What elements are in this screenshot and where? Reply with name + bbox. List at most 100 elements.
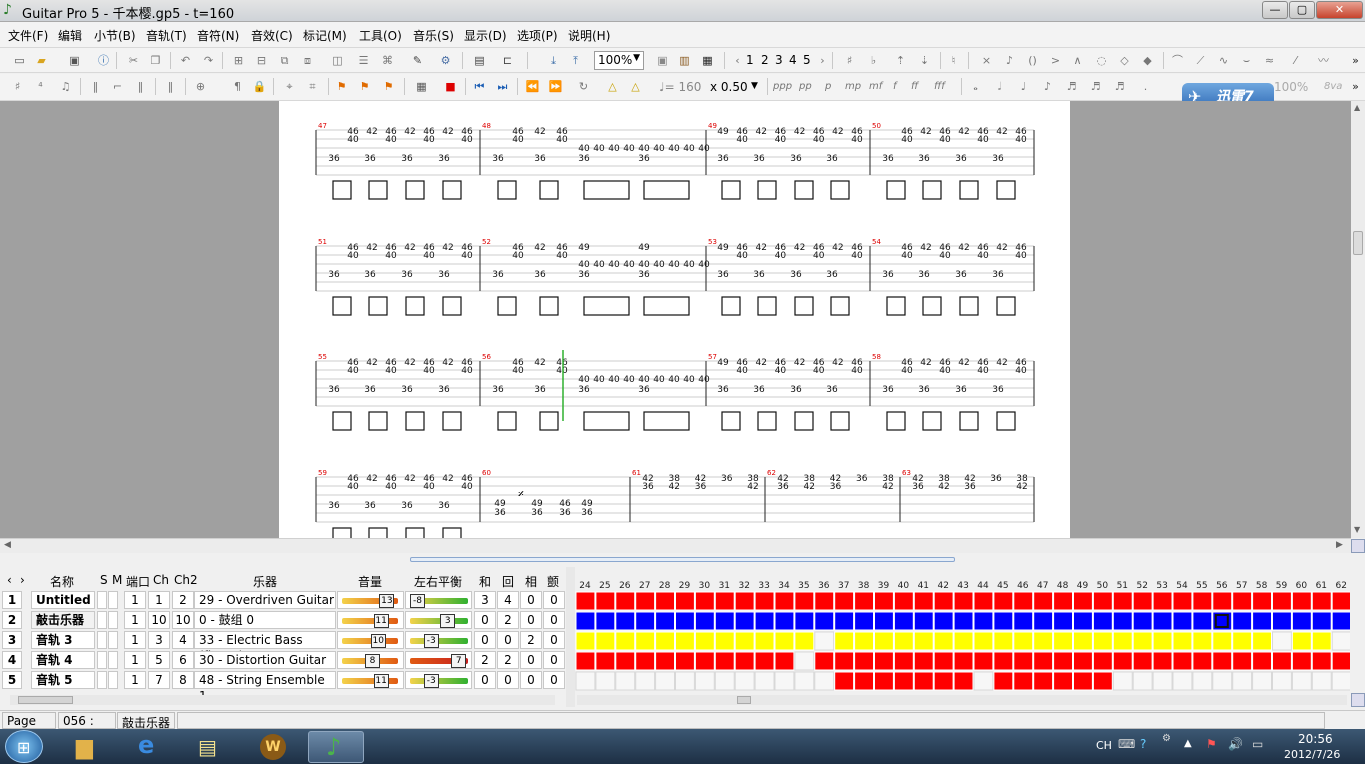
measure-cell[interactable]	[1132, 611, 1153, 631]
menu-tools[interactable]: 工具(O)	[359, 27, 402, 44]
pan-value[interactable]: -3	[423, 674, 439, 688]
vertical-scroll-thumb[interactable]	[1353, 231, 1363, 255]
track-number[interactable]: 2	[2, 611, 22, 629]
taskbar-ie[interactable]: e	[122, 731, 178, 763]
measure-cell[interactable]	[615, 651, 636, 671]
measure-cell[interactable]	[874, 591, 894, 611]
measure-cell[interactable]	[993, 591, 1014, 611]
grid-zoom-icon[interactable]	[1351, 693, 1365, 707]
triplet-feel-icon[interactable]: ♫	[58, 79, 73, 94]
track-name[interactable]: 音轨 3	[31, 631, 95, 649]
measure-cell[interactable]	[1212, 591, 1233, 611]
repeat-icon[interactable]: ⌘	[380, 53, 395, 68]
measure-cell[interactable]	[1112, 591, 1133, 611]
measure-cell[interactable]	[714, 591, 735, 611]
measure-cell[interactable]	[834, 671, 855, 691]
pan-slider[interactable]: -8	[405, 591, 472, 609]
redo-icon[interactable]: ↷	[201, 53, 216, 68]
measure-cell[interactable]	[1252, 671, 1272, 691]
trill-icon[interactable]: ≈	[1262, 53, 1277, 68]
track-mute-toggle[interactable]	[108, 591, 118, 609]
measure-cell[interactable]	[1152, 611, 1173, 631]
track-channel[interactable]: 1	[148, 591, 170, 609]
measure-cell[interactable]	[1252, 651, 1272, 671]
measure-cell[interactable]	[1073, 611, 1093, 631]
track-reverb[interactable]: 2	[497, 611, 519, 629]
track-reverb[interactable]: 0	[497, 631, 519, 649]
measure-cell[interactable]	[794, 591, 815, 611]
measure-cell[interactable]	[1172, 631, 1193, 651]
track-row[interactable]: 2 敲击乐器 1 10 10 0 - 鼓组 0 0 2 0 0 11 3	[0, 610, 566, 630]
track-name[interactable]: 音轨 5	[31, 671, 95, 689]
track-list-hscroll-thumb[interactable]	[18, 696, 73, 704]
track-reverb[interactable]: 2	[497, 651, 519, 669]
measure-cell[interactable]	[595, 611, 616, 631]
measure-cell[interactable]	[1033, 671, 1054, 691]
tray-settings-icon[interactable]: ⚙	[1162, 733, 1171, 744]
menu-file[interactable]: 文件(F)	[8, 27, 48, 44]
zoom-select[interactable]: 100% ▼	[594, 51, 644, 70]
voice-down-icon[interactable]: ⇣	[917, 53, 932, 68]
measure-cell[interactable]	[595, 671, 616, 691]
page-1-link[interactable]: 1	[746, 53, 754, 67]
dynamic-mp[interactable]: mp	[845, 81, 861, 92]
enharmonic-icon[interactable]: ♮	[946, 53, 961, 68]
new-file-icon[interactable]: ▭	[12, 53, 27, 68]
prev-page-icon[interactable]: ‹	[730, 53, 745, 68]
measure-cell[interactable]	[575, 631, 596, 651]
track-name[interactable]: 音轨 4	[31, 651, 95, 669]
measure-cell[interactable]	[1252, 631, 1272, 651]
screen-layout-icon[interactable]: ⊏	[500, 53, 515, 68]
quarter-note-icon[interactable]: ♩	[1016, 79, 1031, 94]
measure-cell[interactable]	[694, 631, 715, 651]
measure-cell[interactable]	[1013, 651, 1034, 671]
measure-cell[interactable]	[635, 651, 656, 671]
whole-note-icon[interactable]: 𝅝	[968, 79, 983, 94]
eighth-note-icon[interactable]: ♪	[1040, 79, 1055, 94]
track-mute-toggle[interactable]	[108, 631, 118, 649]
marker-add-icon[interactable]: ⚑	[334, 79, 349, 94]
parenthesis-icon[interactable]: ()	[1025, 53, 1040, 68]
measure-cell[interactable]	[1192, 651, 1213, 671]
measure-cell[interactable]	[1152, 591, 1173, 611]
measure-cell[interactable]	[854, 671, 875, 691]
measure-cell[interactable]	[973, 611, 994, 631]
measure-cell[interactable]	[814, 591, 835, 611]
measure-cell[interactable]	[1112, 631, 1133, 651]
dynamic-p[interactable]: p	[825, 81, 831, 92]
measure-cell[interactable]	[774, 611, 795, 631]
paste-bar-icon[interactable]: ⧈	[300, 53, 315, 68]
measure-cell[interactable]	[1212, 631, 1233, 651]
measure-cell[interactable]	[1212, 651, 1233, 671]
measure-cell[interactable]	[575, 671, 596, 691]
measure-cell[interactable]	[1172, 671, 1193, 691]
measure-cell[interactable]	[1192, 631, 1213, 651]
pan-slider[interactable]: 7	[405, 651, 472, 669]
measure-cell[interactable]	[675, 611, 695, 631]
track-tremolo[interactable]: 0	[543, 671, 565, 689]
measure-cell[interactable]	[993, 651, 1014, 671]
menu-edit[interactable]: 编辑	[58, 27, 82, 44]
track-port[interactable]: 1	[124, 671, 146, 689]
insert-text-icon[interactable]: ⌖	[282, 79, 297, 94]
measure-cell[interactable]	[893, 631, 914, 651]
alt-ending-icon[interactable]: ⌐	[110, 79, 125, 94]
measure-cell[interactable]	[734, 631, 755, 651]
measure-cell[interactable]	[1013, 591, 1034, 611]
sixteenth-note-icon[interactable]: ♬	[1064, 79, 1079, 94]
dynamic-fff[interactable]: fff	[934, 81, 945, 92]
measure-cell[interactable]	[1053, 631, 1074, 651]
measure-cell[interactable]	[933, 611, 954, 631]
volume-value[interactable]: 8	[365, 654, 380, 668]
measure-cell[interactable]	[854, 651, 875, 671]
measure-cell[interactable]	[913, 671, 934, 691]
measure-cell[interactable]	[874, 631, 894, 651]
measure-cell[interactable]	[973, 631, 994, 651]
voice-up-icon[interactable]: ⇡	[893, 53, 908, 68]
measure-cell[interactable]	[655, 591, 675, 611]
horizontal-scrollbar[interactable]: ◀ ▶	[0, 538, 1365, 553]
scroll-up-icon[interactable]: ▲	[1354, 103, 1360, 112]
measure-cell[interactable]	[973, 591, 994, 611]
track-instrument[interactable]: 29 - Overdriven Guitar	[194, 591, 336, 609]
measure-cell[interactable]	[1132, 651, 1153, 671]
